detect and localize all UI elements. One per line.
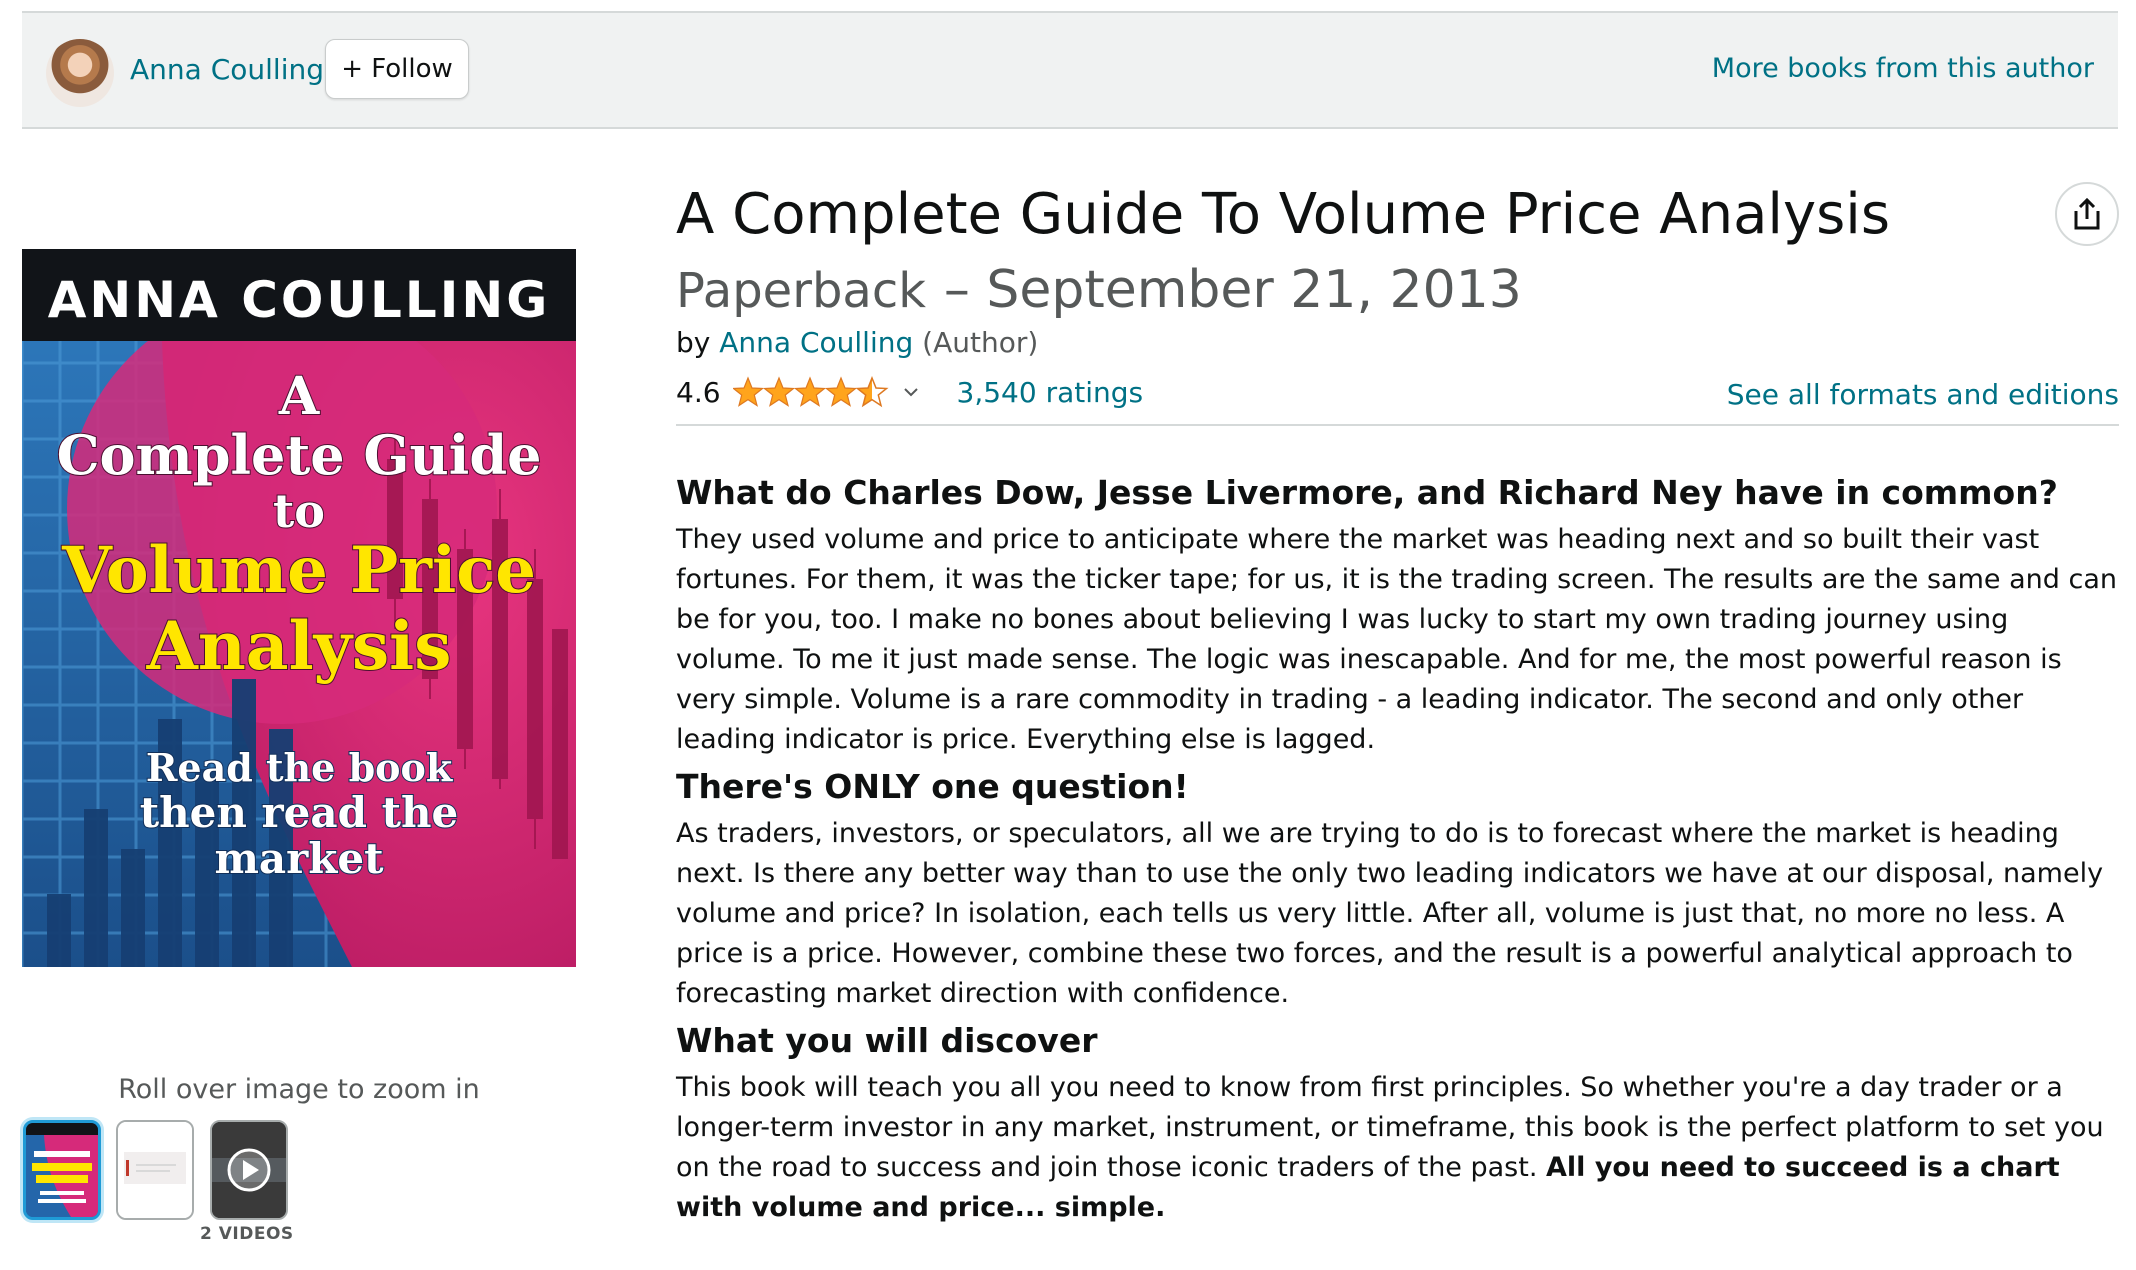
- cover-tagline-line: Read the book: [146, 745, 453, 790]
- interior-page-thumbnail-art: [118, 1122, 192, 1218]
- interior-page-thumbnail[interactable]: [116, 1120, 194, 1220]
- description-paragraph: They used volume and price to anticipate…: [676, 524, 2117, 755]
- share-button[interactable]: [2055, 182, 2119, 246]
- follow-button[interactable]: + Follow: [325, 39, 469, 99]
- videos-count-label: 2 VIDEOS: [200, 1224, 294, 1244]
- cover-title-line: Analysis: [146, 607, 452, 685]
- play-video-icon: [212, 1122, 286, 1218]
- description-heading: There's ONLY one question!: [676, 767, 1189, 806]
- byline-prefix: by: [676, 326, 711, 359]
- cover-tagline-line: market: [214, 834, 384, 883]
- book-cover-art: ANNA COULLING A Complete Guide to Volume…: [22, 249, 576, 967]
- description-paragraph: As traders, investors, or speculators, a…: [676, 818, 2104, 1009]
- cover-thumbnail-art: [26, 1123, 98, 1217]
- byline-author-link[interactable]: Anna Coulling: [719, 326, 913, 359]
- product-release-date: – September 21, 2013: [943, 260, 1522, 320]
- cover-tagline-line: then read the: [140, 788, 459, 837]
- star-rating[interactable]: [732, 376, 889, 408]
- product-title-block: A Complete Guide To Volume Price Analysi…: [676, 178, 2056, 328]
- chevron-down-icon[interactable]: [903, 386, 919, 398]
- book-cover-image[interactable]: ANNA COULLING A Complete Guide to Volume…: [22, 249, 576, 967]
- description-heading: What do Charles Dow, Jesse Livermore, an…: [676, 473, 2058, 512]
- cover-title-line: A: [278, 366, 320, 427]
- author-name-link[interactable]: Anna Coulling: [130, 53, 324, 86]
- author-avatar[interactable]: [46, 39, 114, 107]
- byline-author-role: (Author): [922, 326, 1039, 359]
- rating-value: 4.6: [676, 375, 721, 409]
- description-heading: What you will discover: [676, 1021, 1098, 1060]
- product-description: What do Charles Dow, Jesse Livermore, an…: [676, 470, 2124, 1228]
- more-books-link[interactable]: More books from this author: [1712, 53, 2094, 84]
- zoom-hint: Roll over image to zoom in: [118, 1074, 480, 1105]
- rating-row: 4.6 3,540 ratings: [676, 372, 1143, 412]
- cover-title-line: Complete Guide: [57, 423, 542, 487]
- see-all-formats-link[interactable]: See all formats and editions: [1727, 378, 2119, 411]
- divider: [676, 424, 2119, 426]
- cover-title-line: to: [273, 484, 325, 538]
- description-paragraph: This book will teach you all you need to…: [676, 1068, 2124, 1228]
- cover-title-line: Volume Price: [61, 533, 536, 608]
- stars-icon: [732, 377, 887, 407]
- ratings-count-link[interactable]: 3,540 ratings: [957, 376, 1144, 409]
- video-thumbnail[interactable]: [210, 1120, 288, 1220]
- product-format: Paperback: [676, 263, 927, 319]
- share-icon: [2074, 197, 2100, 230]
- author-bar: Anna Coulling + Follow More books from t…: [22, 11, 2118, 129]
- cover-thumbnail[interactable]: [23, 1120, 101, 1220]
- byline: by Anna Coulling (Author): [676, 326, 1038, 359]
- cover-author-text: ANNA COULLING: [48, 271, 551, 329]
- product-title: A Complete Guide To Volume Price Analysi…: [676, 182, 1891, 247]
